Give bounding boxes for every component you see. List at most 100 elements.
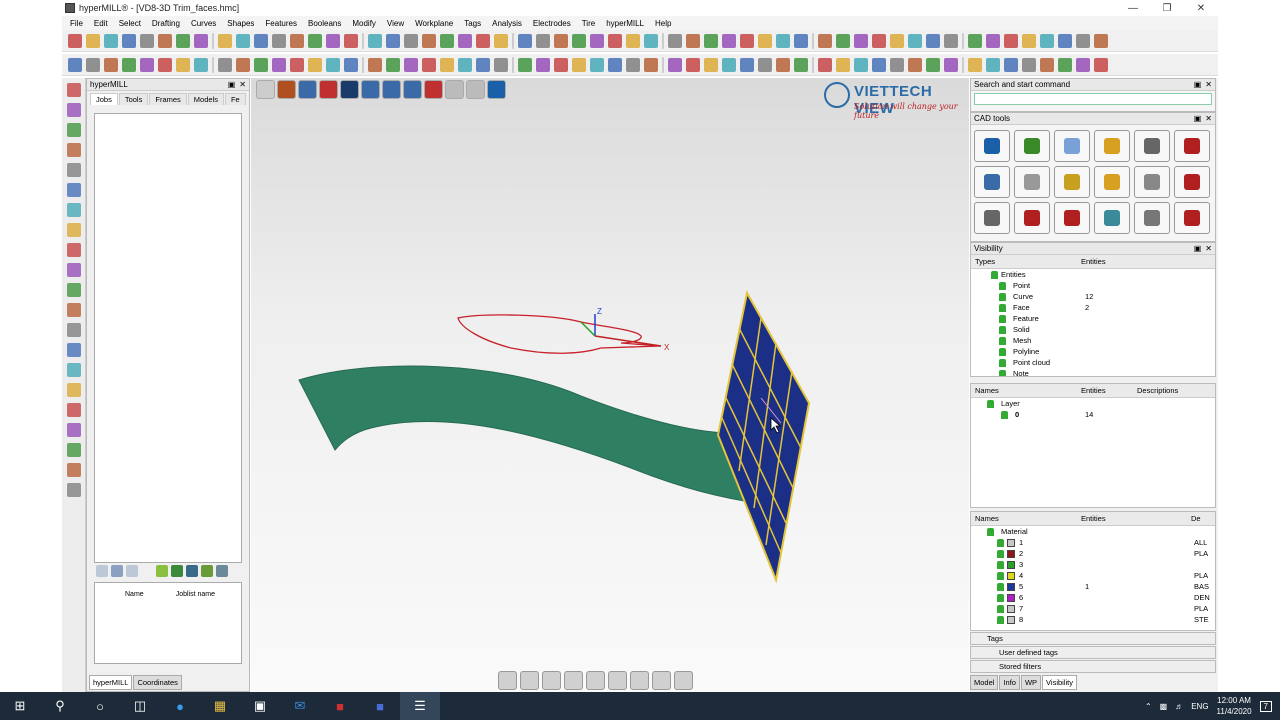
- red-curve-outline[interactable]: [457, 314, 662, 354]
- material-pin-icon[interactable]: [997, 582, 1004, 591]
- menu-drafting[interactable]: Drafting: [152, 19, 180, 28]
- toolbar-tool-icon[interactable]: [626, 57, 640, 72]
- toolbar-tool-icon[interactable]: [554, 33, 568, 48]
- visibility-row[interactable]: Feature: [971, 313, 1215, 324]
- toolbar-tool-icon[interactable]: [194, 33, 208, 48]
- pin-icon[interactable]: ▣: [1194, 80, 1202, 89]
- jobs-tree[interactable]: [94, 113, 242, 563]
- user-defined-tags-row[interactable]: User defined tags: [970, 646, 1216, 659]
- pin-icon[interactable]: ▣: [228, 80, 236, 89]
- visibility-pin-icon[interactable]: [999, 336, 1006, 345]
- sidebar-tool-icon[interactable]: [66, 483, 81, 497]
- toolbar-tool-icon[interactable]: [1094, 33, 1108, 48]
- close-icon[interactable]: ✕: [1205, 80, 1212, 89]
- toolbar-tool-icon[interactable]: [404, 57, 418, 72]
- cad-tool-icon[interactable]: [1054, 202, 1090, 234]
- toolbar-tool-icon[interactable]: [608, 33, 622, 48]
- tab-jobs[interactable]: Jobs: [90, 93, 118, 105]
- menu-view[interactable]: View: [387, 19, 404, 28]
- toolbar-tool-icon[interactable]: [440, 57, 454, 72]
- toolbar-tool-icon[interactable]: [344, 33, 358, 48]
- toolbar-tool-icon[interactable]: [536, 57, 550, 72]
- material-row[interactable]: 8 STE: [971, 614, 1215, 625]
- tab-tools[interactable]: Tools: [118, 93, 149, 105]
- toolbar-tool-icon[interactable]: [968, 57, 982, 72]
- sidebar-tool-icon[interactable]: [66, 183, 81, 197]
- material-pin-icon[interactable]: [997, 571, 1004, 580]
- menu-tire[interactable]: Tire: [582, 19, 595, 28]
- menu-booleans[interactable]: Booleans: [308, 19, 341, 28]
- visibility-row[interactable]: Note: [971, 368, 1215, 376]
- sidebar-tool-icon[interactable]: [66, 423, 81, 437]
- toolbar-tool-icon[interactable]: [572, 57, 586, 72]
- material-pin-icon[interactable]: [997, 538, 1004, 547]
- pin-icon[interactable]: ▣: [1194, 114, 1202, 123]
- sidebar-tool-icon[interactable]: [66, 263, 81, 277]
- menu-hypermill[interactable]: hyperMILL: [606, 19, 644, 28]
- cortana-icon[interactable]: ○: [80, 692, 120, 720]
- material-pin-icon[interactable]: [997, 560, 1004, 569]
- toolbar-tool-icon[interactable]: [68, 33, 82, 48]
- menu-electrodes[interactable]: Electrodes: [533, 19, 571, 28]
- sidebar-tool-icon[interactable]: [66, 343, 81, 357]
- tab-hypermill[interactable]: hyperMILL: [89, 675, 133, 690]
- visibility-row[interactable]: Point cloud: [971, 357, 1215, 368]
- toolbar-tool-icon[interactable]: [494, 57, 508, 72]
- toolbar-tool-icon[interactable]: [686, 57, 700, 72]
- menu-help[interactable]: Help: [655, 19, 671, 28]
- toolbar-tool-icon[interactable]: [1040, 33, 1054, 48]
- task-view-icon[interactable]: ◫: [120, 692, 160, 720]
- cad-tool-icon[interactable]: [1174, 166, 1210, 198]
- sidebar-tool-icon[interactable]: [66, 403, 81, 417]
- toolbar-tool-icon[interactable]: [872, 33, 886, 48]
- menu-tags[interactable]: Tags: [464, 19, 481, 28]
- sidebar-tool-icon[interactable]: [66, 103, 81, 117]
- toolbar-tool-icon[interactable]: [68, 57, 82, 72]
- graphics-viewport[interactable]: VIETTECH VIEW Solution will change your …: [251, 78, 969, 692]
- menu-modify[interactable]: Modify: [352, 19, 376, 28]
- joblist-table[interactable]: Name Joblist name: [94, 582, 242, 664]
- visibility-row[interactable]: Entities: [971, 269, 1215, 280]
- menu-edit[interactable]: Edit: [94, 19, 108, 28]
- toolbar-tool-icon[interactable]: [290, 33, 304, 48]
- toolbar-tool-icon[interactable]: [644, 57, 658, 72]
- sidebar-tool-icon[interactable]: [66, 283, 81, 297]
- tags-row[interactable]: Tags: [970, 632, 1216, 645]
- toolbar-tool-icon[interactable]: [686, 33, 700, 48]
- toolbar-tool-icon[interactable]: [86, 57, 100, 72]
- render-mode-icon[interactable]: [586, 671, 605, 690]
- toolbar-tool-icon[interactable]: [308, 33, 322, 48]
- mail-icon[interactable]: ✉: [280, 692, 320, 720]
- render-mode-icon[interactable]: [498, 671, 517, 690]
- cad-tool-icon[interactable]: [1134, 130, 1170, 162]
- toolbar-tool-icon[interactable]: [944, 57, 958, 72]
- render-mode-icon[interactable]: [630, 671, 649, 690]
- toolbar-tool-icon[interactable]: [668, 33, 682, 48]
- tab-coordinates[interactable]: Coordinates: [133, 675, 182, 690]
- close-icon[interactable]: ✕: [239, 80, 246, 89]
- toolbar-tool-icon[interactable]: [944, 33, 958, 48]
- toolbar-tool-icon[interactable]: [1058, 33, 1072, 48]
- tab-models[interactable]: Models: [187, 93, 224, 105]
- visibility-pin-icon[interactable]: [991, 270, 998, 279]
- hypermill-taskbar-icon[interactable]: ■: [320, 692, 360, 720]
- sidebar-tool-icon[interactable]: [66, 223, 81, 237]
- toolbar-tool-icon[interactable]: [668, 57, 682, 72]
- sidebar-tool-icon[interactable]: [66, 243, 81, 257]
- material-row[interactable]: 3: [971, 559, 1215, 570]
- command-search-input[interactable]: [974, 93, 1212, 105]
- toolbar-tool-icon[interactable]: [1040, 57, 1054, 72]
- toolbar-tool-icon[interactable]: [740, 33, 754, 48]
- toolbar-tool-icon[interactable]: [476, 57, 490, 72]
- toolbar-tool-icon[interactable]: [458, 57, 472, 72]
- toolbar-tool-icon[interactable]: [218, 33, 232, 48]
- tab-model[interactable]: Model: [970, 675, 999, 690]
- close-icon[interactable]: ✕: [1205, 114, 1212, 123]
- toolbar-tool-icon[interactable]: [758, 33, 772, 48]
- app-taskbar-icon[interactable]: ■: [360, 692, 400, 720]
- blue-grid-face[interactable]: [716, 290, 811, 584]
- sidebar-tool-icon[interactable]: [66, 123, 81, 137]
- toolbar-tool-icon[interactable]: [236, 57, 250, 72]
- active-window-taskbar-icon[interactable]: ☰: [400, 692, 440, 720]
- toolbar-tool-icon[interactable]: [290, 57, 304, 72]
